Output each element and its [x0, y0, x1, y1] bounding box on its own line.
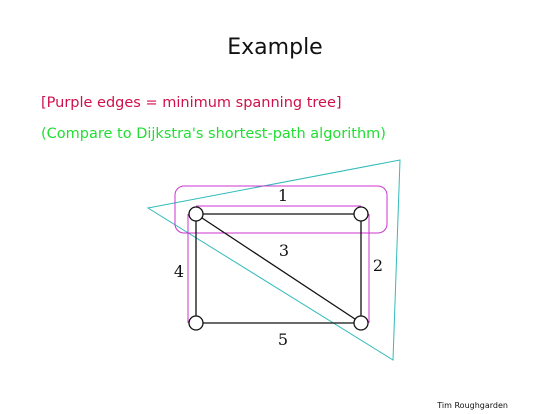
vertex-bottom-left — [188, 315, 204, 331]
edge-weight-top: 1 — [278, 186, 288, 205]
vertex-bottom-right — [353, 315, 369, 331]
vertex-top-left — [188, 206, 204, 222]
edge-weight-left: 4 — [174, 262, 184, 281]
edge-diagonal — [195, 213, 362, 324]
graph-diagram: 1 2 3 4 5 — [146, 159, 401, 361]
edge-weight-bottom: 5 — [278, 330, 288, 349]
edge-weight-diagonal: 3 — [279, 241, 289, 260]
vertex-top-right — [353, 206, 369, 222]
author-footer: Tim Roughgarden — [437, 401, 508, 410]
edge-weight-right: 2 — [373, 256, 383, 275]
